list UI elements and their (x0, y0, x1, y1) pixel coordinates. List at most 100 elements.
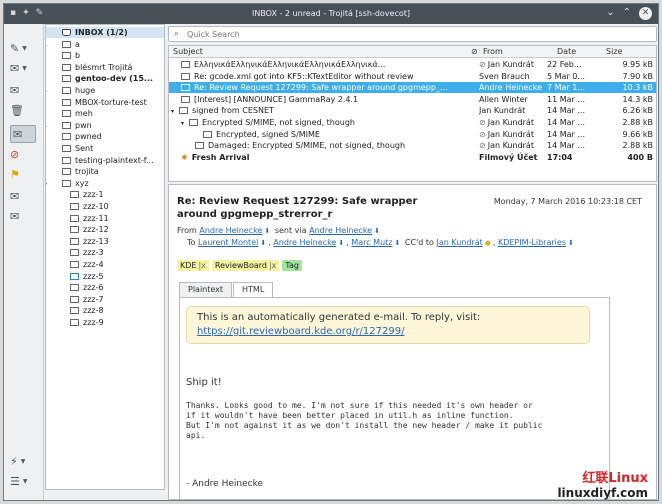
column-subject[interactable]: Subject (173, 47, 203, 56)
to-link[interactable]: Laurent Montel (198, 238, 258, 247)
column-from[interactable]: From (483, 47, 503, 56)
thread-arrow-icon[interactable]: ▾ (181, 118, 189, 129)
view-message-button[interactable]: ✉ (10, 125, 36, 143)
folder-item[interactable]: testing-plaintext-f... (46, 155, 164, 166)
folder-item[interactable]: MBOX-torture-test (46, 97, 164, 108)
column-size[interactable]: Size (606, 47, 622, 56)
folder-item[interactable]: ▾ xyz (46, 178, 164, 189)
delete-button[interactable]: 🗑 (10, 101, 36, 119)
expand-arrow-icon[interactable]: ▸ (46, 86, 62, 96)
remove-tag-icon[interactable]: |x (198, 261, 205, 270)
menu-button[interactable]: ☰ ▼ (10, 472, 36, 490)
message-row[interactable]: ✸ Fresh Arrival Filmový Účet 17:04 400 B (169, 152, 656, 163)
minimize-button[interactable]: ⌄ (606, 7, 614, 20)
folder-item[interactable]: ▸a (46, 39, 164, 50)
message-row[interactable]: Re: gcode.xml got into KF5::KTextEditor … (169, 71, 656, 82)
folder-item[interactable]: INBOX (1/2) (46, 27, 164, 38)
quick-search[interactable]: ⌕ (168, 26, 657, 42)
column-date[interactable]: Date (557, 47, 576, 56)
folder-item[interactable]: trojita (46, 166, 164, 177)
tab-html[interactable]: HTML (233, 282, 274, 298)
attachment-column-icon[interactable]: ⊘ (471, 47, 478, 56)
review-notice: This is an automatically generated e-mai… (186, 306, 590, 344)
folder-item[interactable]: zzz-13 (46, 236, 164, 247)
contact-icon[interactable]: ⬇ (394, 239, 400, 247)
message-from: Jan Kundrát (479, 106, 526, 116)
chevron-down-icon[interactable]: ▼ (21, 458, 26, 465)
to-link[interactable]: Marc Mutz (351, 238, 392, 247)
folder-item[interactable]: zzz-10 (46, 201, 164, 212)
review-link[interactable]: https://git.reviewboard.kde.org/r/127299… (197, 325, 579, 339)
folder-item[interactable]: zzz-3 (46, 247, 164, 258)
folder-item[interactable]: zzz-7 (46, 294, 164, 305)
folder-item[interactable]: b (46, 50, 164, 61)
chevron-down-icon[interactable]: ▼ (22, 45, 27, 52)
contact-favorite-icon[interactable]: ● (485, 239, 491, 247)
folder-item[interactable]: zzz-5 (46, 271, 164, 282)
compose-button[interactable]: ✎ ▼ (10, 39, 36, 57)
flag-button[interactable]: ⚑ (10, 165, 36, 183)
junk-button[interactable]: ⊘ (10, 145, 36, 163)
message-row[interactable]: ΕλληνικάΕλληνικάΕλληνικάΕλληνικάΕλληνικά… (169, 59, 656, 70)
forward-button[interactable]: ✉ (10, 187, 36, 205)
connection-button[interactable]: ⚡ ▼ (10, 452, 36, 470)
folder-item[interactable]: zzz-4 (46, 259, 164, 270)
folder-label: zzz-1 (83, 190, 104, 200)
chevron-down-icon[interactable]: ▼ (23, 478, 28, 485)
tag-badge[interactable]: Tag (282, 260, 302, 271)
message-row[interactable]: Encrypted, signed S/MIME ⊘ Jan Kundrát 14 M… (169, 129, 656, 140)
folder-item[interactable]: zzz-1 (46, 189, 164, 200)
message-from: Sven Brauch (479, 71, 530, 81)
tag-badge[interactable]: ReviewBoard |x (211, 260, 280, 271)
message-row[interactable]: [Interest] [ANNOUNCE] GammaRay 2.4.1 Alle… (169, 94, 656, 105)
contact-icon[interactable]: ⬇ (264, 227, 270, 235)
folder-item[interactable]: zzz-11 (46, 213, 164, 224)
tab-plaintext[interactable]: Plaintext (179, 282, 233, 297)
expand-arrow-icon[interactable]: ▸ (46, 121, 62, 131)
message-row[interactable]: ▾ Encrypted S/MIME, not signed, though ⊘ Ja… (169, 117, 656, 129)
folder-item[interactable]: zzz-12 (46, 224, 164, 235)
folder-item[interactable]: ▸ huge (46, 85, 164, 96)
contact-icon[interactable]: ⬇ (374, 227, 380, 235)
tag-label: ReviewBoard (214, 261, 267, 270)
body-tabs: Plaintext HTML (179, 282, 274, 298)
remove-tag-icon[interactable]: |x (269, 261, 276, 270)
close-button[interactable]: ✕ (639, 7, 652, 20)
message-size: 2.88 kB (622, 118, 653, 127)
contact-icon[interactable]: ⬇ (260, 239, 266, 247)
cc-link[interactable]: KDEPIM-Libraries (498, 238, 566, 247)
folder-item[interactable]: Sent (46, 143, 164, 154)
chevron-down-icon[interactable]: ▼ (22, 65, 27, 72)
folder-item[interactable]: zzz-9 (46, 317, 164, 328)
archive-button[interactable]: ✉ (10, 207, 36, 225)
folder-item[interactable]: zzz-8 (46, 305, 164, 316)
message-row[interactable]: Re: Review Request 127299: Safe wrapper … (169, 82, 656, 94)
thread-arrow-icon[interactable]: ▾ (171, 106, 179, 117)
from-link[interactable]: Andre Heinecke (199, 226, 262, 235)
reply-button[interactable]: ✉ ▼ (10, 59, 36, 77)
hamburger-icon: ☰ (10, 474, 20, 488)
mark-read-button[interactable]: ✉ (10, 81, 36, 99)
folder-item[interactable]: pwned (46, 131, 164, 142)
folder-item[interactable]: zzz-6 (46, 282, 164, 293)
sender-link[interactable]: Andre Heinecke (309, 226, 372, 235)
envelope-icon (181, 84, 190, 92)
folder-item[interactable]: blésmrt Trojitá (46, 62, 164, 73)
message-date: 11 Mar ... (547, 94, 585, 104)
folder-item[interactable]: meh (46, 108, 164, 119)
expand-arrow-icon[interactable]: ▾ (46, 179, 62, 189)
message-row[interactable]: Damaged: Encrypted S/MIME, not signed, t… (169, 140, 656, 151)
contact-icon[interactable]: ⬇ (338, 239, 344, 247)
expand-arrow-icon[interactable]: ▸ (46, 40, 62, 50)
message-date: 14 Mar ... (547, 118, 585, 127)
folder-icon (70, 295, 79, 303)
cc-link[interactable]: Jan Kundrát (436, 238, 482, 247)
search-input[interactable] (187, 28, 647, 40)
to-link[interactable]: Andre Heinecke (273, 238, 336, 247)
maximize-button[interactable]: ⌃ (623, 7, 631, 20)
tag-badge[interactable]: KDE |x (177, 260, 209, 271)
folder-item[interactable]: gentoo-dev (15... (46, 73, 164, 84)
contact-icon[interactable]: ⬇ (568, 239, 574, 247)
folder-item[interactable]: ▸ pwn (46, 120, 164, 131)
message-row[interactable]: ▾ signed from CESNET Jan Kundrát 14 Mar ...… (169, 105, 656, 117)
